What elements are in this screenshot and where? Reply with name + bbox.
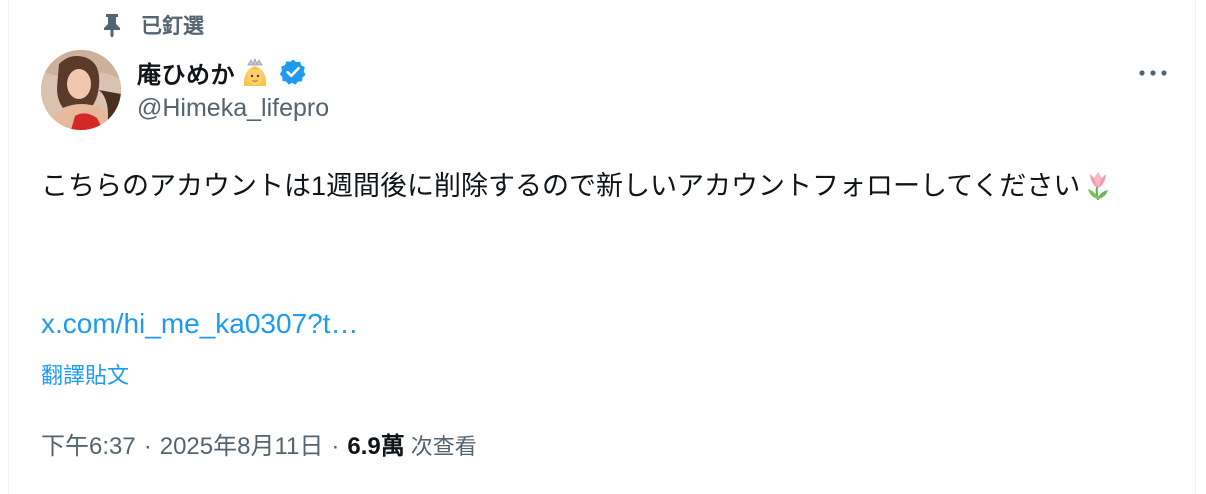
verified-badge-icon[interactable] bbox=[279, 58, 307, 86]
translate-post-link[interactable]: 翻譯貼文 bbox=[41, 358, 129, 390]
views-count[interactable]: 6.9萬 bbox=[347, 426, 404, 461]
tweet-text: こちらのアカウントは1週間後に削除するので新しいアカウントフォローしてください bbox=[41, 164, 1171, 208]
views-label: 次查看 bbox=[410, 434, 477, 459]
meta-separator: · bbox=[331, 433, 340, 460]
more-options-icon bbox=[1138, 64, 1168, 82]
pin-icon bbox=[101, 12, 123, 38]
author-display-name[interactable]: 庵ひめか bbox=[137, 55, 235, 90]
pinned-indicator: 已釘選 bbox=[101, 10, 204, 40]
princess-emoji-icon bbox=[239, 56, 271, 88]
author-handle[interactable]: @Himeka_lifepro bbox=[137, 94, 329, 123]
author-name-row[interactable]: 庵ひめか bbox=[137, 54, 307, 90]
tweet-time[interactable]: 下午6:37 bbox=[41, 426, 136, 461]
tweet-date[interactable]: 2025年8月11日 bbox=[160, 426, 324, 461]
tweet-meta: 下午6:37 · 2025年8月11日 · 6.9萬 次查看 bbox=[41, 426, 477, 461]
meta-separator: · bbox=[143, 433, 152, 460]
tweet-card[interactable]: 已釘選 庵ひめか @Himeka_lifepro こちらのアカウントは1週間後に… bbox=[8, 0, 1196, 494]
tulip-emoji-icon bbox=[1082, 169, 1114, 201]
avatar[interactable] bbox=[41, 50, 121, 130]
tweet-link[interactable]: x.com/hi_me_ka0307?t… bbox=[41, 308, 359, 340]
more-options-button[interactable] bbox=[1133, 58, 1173, 88]
tweet-body: こちらのアカウントは1週間後に削除するので新しいアカウントフォローしてください bbox=[41, 171, 1081, 201]
pinned-label: 已釘選 bbox=[141, 15, 204, 38]
